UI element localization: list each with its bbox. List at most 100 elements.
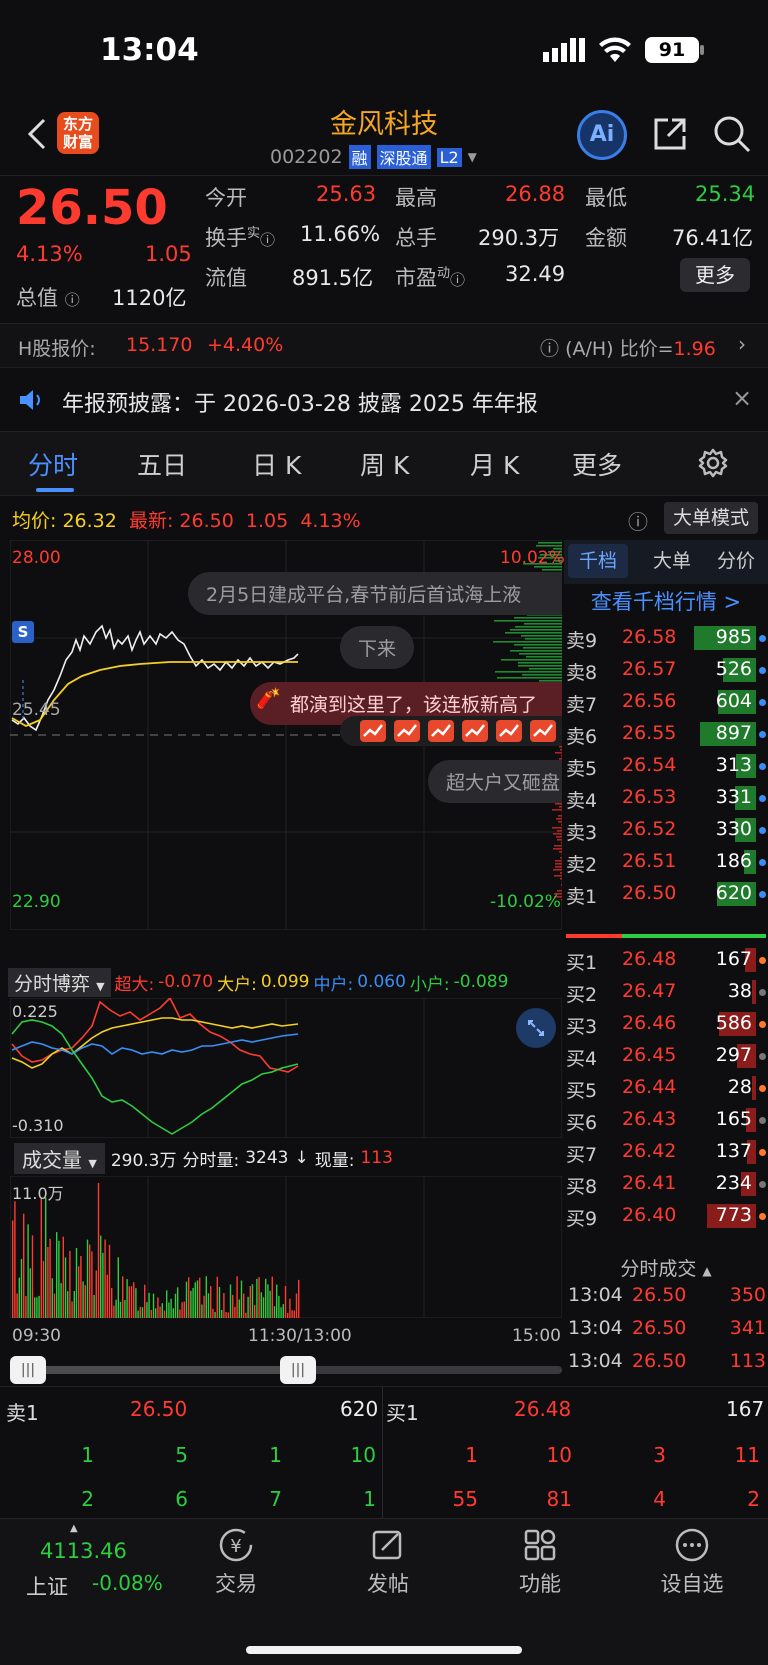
level-label: 卖1	[566, 886, 598, 908]
stock-code-row[interactable]: 002202 融 深股通 L2 ▼	[270, 144, 477, 170]
h-share-bar[interactable]: H股报价: 15.170 +4.40% ⓘ (A/H) 比价=1.96 ›	[0, 324, 768, 368]
queue-buy-vol: 167	[726, 1397, 765, 1421]
ask-row[interactable]: 卖2 26.51 186	[562, 846, 768, 880]
nav-trade[interactable]: ¥ 交易	[176, 1527, 296, 1598]
queue-cell: 1	[81, 1443, 94, 1467]
nav-watchlist[interactable]: 设自选	[632, 1527, 752, 1598]
signal-icon	[543, 38, 585, 62]
comment-bubble[interactable]: 2月5日建成平台,春节前后首试海上液	[188, 572, 562, 615]
level-label: 买8	[566, 1176, 598, 1198]
volume-bar	[20, 1258, 23, 1318]
range-handle-left[interactable]: |||	[10, 1356, 46, 1384]
level-dot	[759, 1149, 766, 1156]
tab-five-day[interactable]: 五日	[137, 446, 187, 482]
bid-row[interactable]: 买1 26.48 167	[562, 944, 768, 978]
ask-row[interactable]: 卖9 26.58 985	[562, 622, 768, 656]
tab-weekly-k[interactable]: 周 K	[360, 446, 409, 482]
ask-row[interactable]: 卖1 26.50 620	[562, 878, 768, 912]
volume-bar	[97, 1183, 100, 1318]
nav-post[interactable]: 发帖	[328, 1527, 448, 1598]
search-icon[interactable]	[712, 114, 752, 154]
level-dot	[759, 1053, 766, 1060]
tab-depth[interactable]: 千档	[568, 544, 628, 578]
comment-bubble[interactable]: 下来	[340, 626, 415, 669]
range-fill	[14, 1366, 298, 1374]
volume-bar	[141, 1307, 144, 1318]
profile-bar	[518, 665, 562, 667]
super-value: -0.070	[158, 972, 214, 992]
bid-row[interactable]: 买3 26.46 586	[562, 1008, 768, 1042]
bid-row[interactable]: 买4 26.45 297	[562, 1040, 768, 1074]
volume-indicator-select[interactable]: 成交量 ▼	[14, 1142, 105, 1174]
time-mid: 11:30/13:00	[248, 1326, 352, 1346]
ask-row[interactable]: 卖6 26.55 897	[562, 718, 768, 752]
bid-row[interactable]: 买7 26.42 137	[562, 1136, 768, 1170]
profile-bar	[515, 626, 562, 628]
down-arrow-icon: ↓	[294, 1148, 309, 1168]
volume-bar	[181, 1302, 183, 1318]
close-icon[interactable]: ×	[732, 384, 752, 412]
trades-title[interactable]: 分时成交	[620, 1258, 696, 1280]
queue-cell: 10	[546, 1443, 572, 1467]
help-icon[interactable]: ⓘ	[540, 338, 559, 360]
emoji-comment[interactable]	[340, 716, 562, 746]
profile-bar	[555, 752, 562, 754]
h-share-change: +4.40%	[207, 334, 284, 356]
book-divider	[566, 934, 766, 938]
tab-big-orders[interactable]: 大单	[642, 544, 702, 578]
bid-row[interactable]: 买6 26.43 165	[562, 1104, 768, 1138]
volume-bar	[225, 1311, 227, 1318]
sell-signal-marker[interactable]: S	[12, 621, 34, 643]
volume-bar	[73, 1291, 75, 1318]
volume-bar	[67, 1291, 69, 1318]
level-dot	[759, 859, 766, 866]
tab-monthly-k[interactable]: 月 K	[470, 446, 519, 482]
share-icon[interactable]	[650, 114, 690, 154]
info-icon[interactable]: ⓘ	[65, 291, 80, 309]
queue-cell: 81	[546, 1487, 572, 1511]
info-icon[interactable]: ⓘ	[260, 231, 275, 249]
help-icon[interactable]: ⓘ	[628, 506, 648, 535]
volume-axis-top: 11.0万	[12, 1184, 64, 1203]
level-price: 26.57	[622, 658, 677, 680]
depth-link[interactable]: 查看千档行情 >	[564, 586, 768, 616]
tab-intraday[interactable]: 分时	[28, 446, 78, 482]
tab-daily-k[interactable]: 日 K	[252, 446, 301, 482]
info-icon[interactable]: ⓘ	[450, 271, 465, 289]
volume-label: 总手	[395, 226, 437, 250]
tab-price-dist[interactable]: 分价	[704, 544, 768, 578]
ask-row[interactable]: 卖8 26.57 526	[562, 654, 768, 688]
range-handle-right[interactable]: |||	[280, 1356, 316, 1384]
volume-bar	[271, 1276, 273, 1318]
ask-row[interactable]: 卖5 26.54 313	[562, 750, 768, 784]
big-order-mode-button[interactable]: 大单模式	[664, 502, 758, 534]
ask-row[interactable]: 卖7 26.56 604	[562, 686, 768, 720]
settings-icon[interactable]	[698, 448, 728, 478]
bid-row[interactable]: 买9 26.40 773	[562, 1200, 768, 1234]
expand-icon[interactable]	[516, 1008, 556, 1048]
more-button[interactable]: 更多	[680, 258, 750, 292]
ai-button[interactable]: Ai	[577, 110, 627, 160]
nav-functions[interactable]: 功能	[480, 1527, 600, 1598]
level-dot	[759, 667, 766, 674]
ask-row[interactable]: 卖3 26.52 330	[562, 814, 768, 848]
comment-bubble[interactable]: 超大户又砸盘	[428, 760, 562, 803]
bid-row[interactable]: 买5 26.44 28	[562, 1072, 768, 1106]
profile-bar	[526, 656, 562, 658]
volume-bar	[86, 1239, 89, 1318]
volume-bar	[170, 1298, 172, 1318]
tab-more[interactable]: 更多	[572, 446, 622, 482]
bid-row[interactable]: 买2 26.47 38	[562, 976, 768, 1010]
index-change[interactable]: -0.08%	[92, 1571, 163, 1595]
volume-bar	[62, 1236, 64, 1318]
queue-cell: 10	[350, 1443, 376, 1467]
profile-bar	[554, 875, 562, 877]
index-value[interactable]: 4113.46	[40, 1539, 127, 1563]
ask-row[interactable]: 卖4 26.53 331	[562, 782, 768, 816]
index-name[interactable]: 上证	[26, 1571, 68, 1601]
volume-bar	[194, 1282, 196, 1318]
level-dot	[759, 957, 766, 964]
bid-row[interactable]: 买8 26.41 234	[562, 1168, 768, 1202]
game-indicator-select[interactable]: 分时博弈 ▼	[8, 967, 111, 997]
announcement-bar[interactable]: 年报预披露：于 2026-03-28 披露 2025 年年报 ×	[0, 368, 768, 432]
